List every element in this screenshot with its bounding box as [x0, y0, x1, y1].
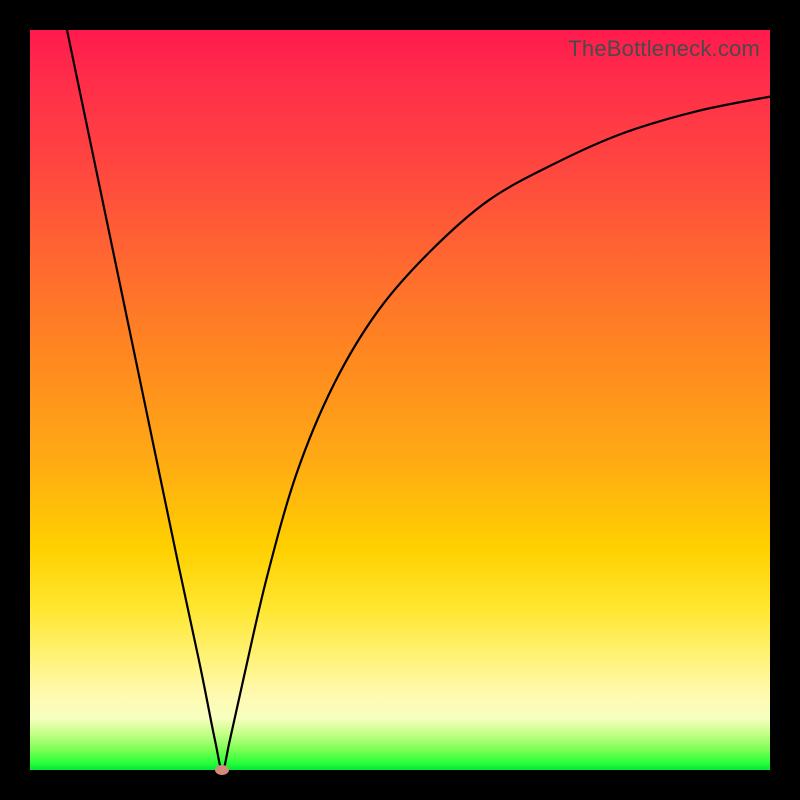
optimum-marker — [215, 765, 229, 775]
bottleneck-curve — [30, 30, 770, 770]
plot-area: TheBottleneck.com — [30, 30, 770, 770]
watermark-text: TheBottleneck.com — [568, 36, 760, 62]
chart-frame: TheBottleneck.com — [0, 0, 800, 800]
